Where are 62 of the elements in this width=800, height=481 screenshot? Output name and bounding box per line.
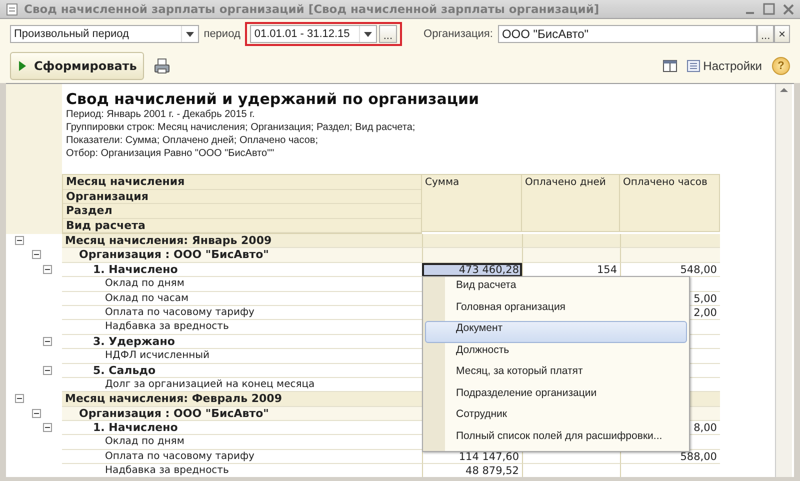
row-label[interactable]: 1. Начислено: [62, 262, 422, 278]
window-title: Свод начисленной зарплаты организаций [Свод начисленной зарплаты организаций]: [24, 2, 600, 16]
menu-item[interactable]: Месяц, за который платят: [425, 364, 687, 386]
row-label[interactable]: 5. Сальдо: [62, 364, 422, 378]
period-label: период: [204, 28, 240, 40]
row-label[interactable]: Оклад по часам: [62, 292, 422, 306]
organization-field[interactable]: ООО "БисАвто": [498, 25, 758, 43]
column-header: Оплачено часов: [620, 174, 720, 232]
row-label[interactable]: Месяц начисления: Январь 2009: [62, 234, 422, 248]
printer-icon[interactable]: [154, 58, 170, 74]
report-info-line: Период: Январь 2001 г. - Декабрь 2015 г.: [66, 108, 256, 121]
menu-item[interactable]: Должность: [425, 342, 687, 364]
document-icon: [6, 2, 18, 16]
row-label[interactable]: Оплата по часовому тарифу: [62, 306, 422, 320]
row-header: Месяц начисления: [63, 175, 421, 190]
scrollbar[interactable]: [775, 84, 792, 477]
row-label[interactable]: Оплата по часовому тарифу: [62, 450, 422, 464]
table-cell: 48 879,52: [422, 464, 522, 477]
period-type-dropdown[interactable]: Произвольный период: [10, 25, 199, 43]
row-label[interactable]: Организация : ООО "БисАвто": [62, 406, 422, 422]
collapse-icon[interactable]: [43, 264, 52, 274]
collapse-icon[interactable]: [32, 408, 41, 418]
row-header: Раздел: [63, 204, 421, 218]
play-icon: [19, 61, 26, 71]
row-label[interactable]: Оклад по дням: [62, 435, 422, 450]
row-label[interactable]: Организация : ООО "БисАвто": [62, 248, 422, 263]
collapse-icon[interactable]: [43, 366, 52, 375]
dropdown-arrow-icon: [364, 32, 372, 36]
collapse-icon[interactable]: [32, 250, 41, 260]
row-label[interactable]: НДФЛ исчисленный: [62, 349, 422, 364]
collapse-icon[interactable]: [15, 394, 24, 404]
report-info-line: Показатели: Сумма; Оплачено дней; Оплачено часов;: [66, 134, 319, 147]
table-icon[interactable]: [663, 60, 678, 72]
report-title: Свод начислений и удержаний по организации: [66, 90, 480, 108]
menu-item[interactable]: Подразделение организации: [425, 386, 687, 407]
row-header: Организация: [63, 190, 421, 204]
close-icon[interactable]: [783, 4, 794, 14]
organization-label: Организация:: [424, 28, 493, 40]
column-header: Сумма: [422, 174, 522, 232]
row-label[interactable]: Месяц начисления: Февраль 2009: [62, 392, 422, 407]
dropdown-arrow-icon: [186, 32, 194, 36]
column-header: Оплачено дней: [522, 174, 620, 232]
organization-select-button[interactable]: ...: [757, 25, 774, 43]
row-label[interactable]: 1. Начислено: [62, 421, 422, 436]
menu-item[interactable]: Документ: [425, 321, 687, 342]
collapse-icon[interactable]: [15, 236, 24, 245]
list-icon: [687, 60, 700, 72]
period-dropdown[interactable]: 01.01.01 - 31.12.15: [250, 25, 378, 43]
settings-button[interactable]: Настройки: [687, 59, 762, 73]
period-select-button[interactable]: ...: [379, 25, 397, 43]
clear-button[interactable]: ×: [774, 25, 790, 43]
report-info-line: Отбор: Организация Равно "ООО "БисАвто"": [66, 147, 276, 160]
row-label[interactable]: Оклад по дням: [62, 277, 422, 292]
row-header: Вид расчета: [63, 218, 421, 233]
row-label[interactable]: Надбавка за вредность: [62, 320, 422, 335]
row-label[interactable]: 3. Удержано: [62, 334, 422, 350]
collapse-icon[interactable]: [43, 423, 52, 432]
row-label[interactable]: Надбавка за вредность: [62, 464, 422, 477]
collapse-icon[interactable]: [43, 336, 52, 346]
generate-button[interactable]: Сформировать: [10, 52, 144, 80]
maximize-icon[interactable]: [763, 3, 775, 15]
report-info-line: Группировки строк: Месяц начисления; Организация; Раздел; Вид расчета;: [66, 121, 416, 134]
